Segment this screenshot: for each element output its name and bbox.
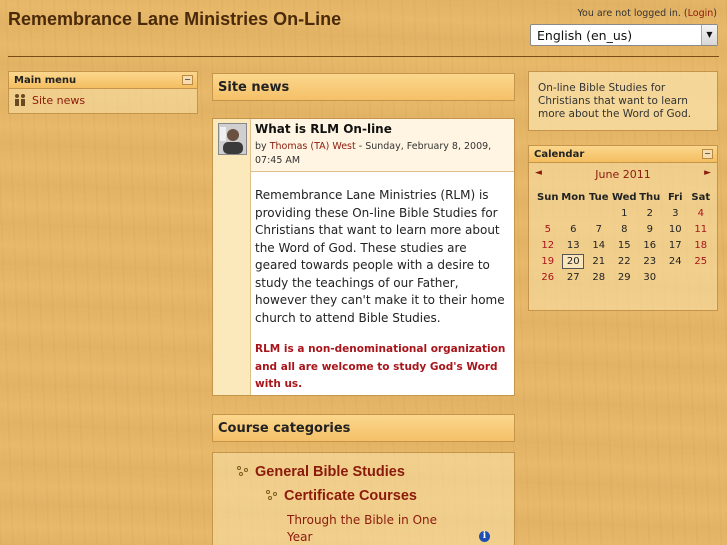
weekday-label: Wed [611, 191, 637, 203]
login-info: You are not logged in. (Login) [577, 8, 717, 19]
language-select[interactable]: English (en_us) ▼ [530, 24, 718, 46]
category-link[interactable]: General Bible Studies [255, 464, 405, 480]
weekday-label: Thu [639, 191, 661, 203]
calendar-day: 15 [617, 239, 631, 251]
main-menu-title: Main menu [14, 75, 77, 86]
calendar-day [586, 205, 612, 221]
language-select-value: English (en_us) [537, 28, 633, 43]
calendar-day [688, 269, 714, 285]
calendar-next-icon[interactable]: ► [704, 168, 711, 178]
calendar-day: 7 [595, 223, 602, 235]
calendar-day: 19 [541, 255, 555, 267]
calendar-day: 25 [694, 255, 708, 267]
course-categories-header: Course categories [212, 414, 515, 442]
calendar-day: 9 [646, 223, 653, 235]
calendar-day: 27 [566, 271, 580, 283]
calendar-week: 1 2 3 4 [535, 205, 714, 221]
site-news-title: Site news [218, 80, 290, 95]
main-menu-hide-button[interactable]: − [182, 75, 193, 85]
calendar-day: 3 [672, 207, 679, 219]
sidebar-item-site-news[interactable]: Site news [9, 89, 197, 111]
weekday-label: Fri [667, 191, 683, 203]
weekday-label: Tue [588, 191, 609, 203]
header-divider [8, 56, 719, 57]
calendar-week: 5 6 7 8 9 10 11 [535, 221, 714, 237]
info-icon[interactable]: i [479, 531, 490, 542]
calendar-day: 1 [621, 207, 628, 219]
calendar-day: 18 [694, 239, 708, 251]
calendar-day: 11 [694, 223, 708, 235]
calendar-day: 10 [668, 223, 682, 235]
calendar-day: 28 [592, 271, 606, 283]
calendar-day: 22 [617, 255, 631, 267]
calendar-weekday-row: Sun Mon Tue Wed Thu Fri Sat [535, 189, 714, 205]
calendar-week: 19 20 21 22 23 24 25 [535, 253, 714, 269]
calendar-nav: ◄ June 2011 ► [529, 163, 717, 185]
category-icon [237, 466, 251, 478]
category-icon [266, 490, 280, 502]
calendar-day: 24 [668, 255, 682, 267]
calendar-day: 13 [566, 239, 580, 251]
calendar-week: 26 27 28 29 30 [535, 269, 714, 285]
avatar[interactable] [218, 123, 247, 155]
calendar-day: 5 [544, 223, 551, 235]
calendar-today: 20 [561, 253, 587, 269]
calendar-day [663, 269, 689, 285]
calendar-day [535, 205, 561, 221]
post-header: What is RLM On-line by Thomas (TA) West … [251, 119, 514, 172]
weekday-label: Sat [691, 191, 711, 203]
subcategory-link[interactable]: Certificate Courses [284, 488, 417, 504]
subcategory-item[interactable]: Certificate Courses [266, 488, 417, 504]
post-note: RLM is a non-denominational organization… [255, 343, 506, 390]
calendar-day [561, 205, 587, 221]
weekday-label: Mon [561, 191, 586, 203]
calendar-day: 2 [646, 207, 653, 219]
course-link[interactable]: Through the Bible in One Year [287, 512, 447, 545]
calendar-day: 17 [668, 239, 682, 251]
login-status-close: ) [713, 8, 717, 19]
calendar-day: 16 [643, 239, 657, 251]
category-item[interactable]: General Bible Studies [237, 464, 405, 480]
calendar-day: 14 [592, 239, 606, 251]
main-menu-block: Main menu − Site news [8, 71, 198, 114]
calendar-day: 12 [541, 239, 555, 251]
calendar-today-value: 20 [562, 253, 585, 269]
calendar-month: June 2011 [529, 168, 717, 181]
page-header: Remembrance Lane Ministries On-Line You … [0, 0, 727, 58]
post-body: Remembrance Lane Ministries (RLM) is pro… [255, 188, 505, 325]
login-status-text: You are not logged in. ( [577, 8, 688, 19]
calendar-day: 30 [643, 271, 657, 283]
course-categories-title: Course categories [218, 421, 351, 436]
course-categories-box: General Bible Studies Certificate Course… [212, 452, 515, 545]
post-subject: What is RLM On-line [255, 122, 392, 136]
calendar-block: Calendar − ◄ June 2011 ► Sun Mon Tue Wed… [528, 145, 718, 311]
calendar-title: Calendar [534, 149, 585, 160]
post-sidebar [213, 119, 251, 395]
chevron-down-icon[interactable]: ▼ [701, 25, 717, 45]
forum-icon [13, 93, 27, 107]
calendar-header: Calendar − [529, 146, 717, 163]
calendar-day: 8 [621, 223, 628, 235]
calendar-day: 26 [541, 271, 555, 283]
calendar-day: 6 [570, 223, 577, 235]
login-link[interactable]: Login [688, 8, 714, 19]
calendar-day: 29 [617, 271, 631, 283]
site-description: On-line Bible Studies for Christians tha… [528, 71, 718, 131]
calendar-hide-button[interactable]: − [702, 149, 713, 159]
calendar-day: 4 [697, 207, 704, 219]
site-news-header: Site news [212, 73, 515, 101]
post-byline: by Thomas (TA) West - Sunday, February 8… [255, 140, 510, 168]
calendar-month-link[interactable]: June 2011 [595, 168, 650, 181]
weekday-label: Sun [537, 191, 559, 203]
calendar-week: 12 13 14 15 16 17 18 [535, 237, 714, 253]
sidebar-item-label[interactable]: Site news [32, 94, 85, 107]
post-by-label: by [255, 141, 267, 152]
site-title: Remembrance Lane Ministries On-Line [8, 9, 342, 29]
calendar-day: 23 [643, 255, 657, 267]
calendar-grid: Sun Mon Tue Wed Thu Fri Sat 1 2 3 4 5 6 [535, 189, 714, 285]
post-author-link[interactable]: Thomas (TA) West [270, 141, 356, 152]
calendar-day: 21 [592, 255, 606, 267]
forum-post: What is RLM On-line by Thomas (TA) West … [212, 118, 515, 396]
main-menu-header: Main menu − [9, 72, 197, 89]
